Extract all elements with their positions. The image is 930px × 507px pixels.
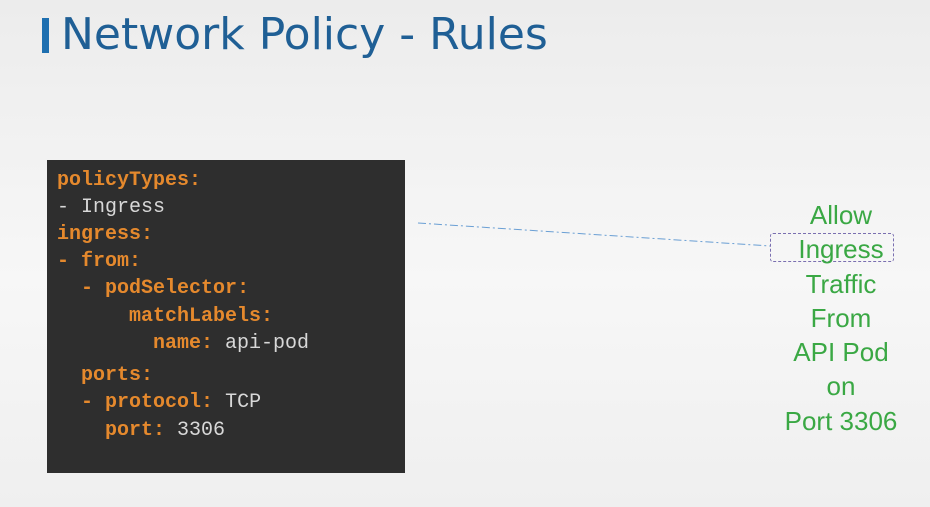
callout-line-traffic: Traffic <box>805 268 877 299</box>
callout-text: Allow Ingress Traffic From API Pod on Po… <box>770 198 912 438</box>
callout-line-api-pod: API Pod <box>793 337 889 368</box>
callout-line-port: Port 3306 <box>784 405 898 436</box>
callout-line-ingress: Ingress <box>798 234 884 265</box>
connector-dashed-line <box>417 222 771 247</box>
callout-line-on: on <box>826 371 856 402</box>
callout-line-from: From <box>810 302 872 333</box>
callout-line-allow: Allow <box>809 200 873 230</box>
